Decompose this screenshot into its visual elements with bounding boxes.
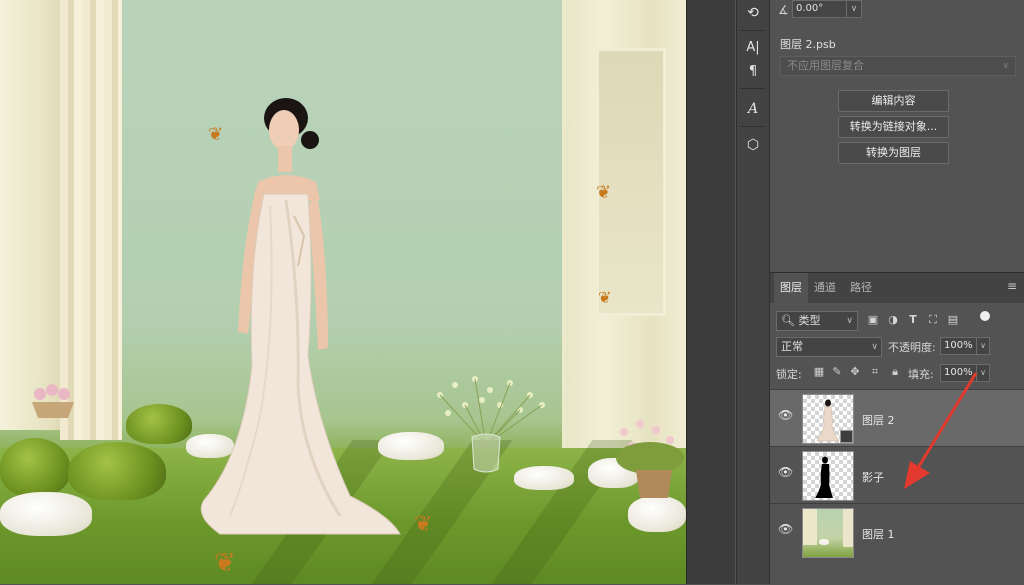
layer-thumbnail — [802, 508, 854, 558]
blend-mode-select[interactable]: 正常 ∨ — [776, 337, 882, 357]
adjustment-filter-icon[interactable]: ◑ — [886, 312, 900, 328]
opacity-label: 不透明度: — [888, 341, 936, 354]
floor-cushion — [0, 492, 92, 536]
panel-menu-icon[interactable]: ≡ — [1007, 279, 1018, 293]
layers-panel: 图层 通道 路径 ≡ 🔍︎ 类型 ∨ ▣ ◑ T ⛶ ▤ 正常 ∨ 不透明度: … — [770, 272, 1024, 585]
layer-name[interactable]: 影子 — [862, 469, 884, 485]
angle-dropdown[interactable]: ∨ — [846, 0, 862, 18]
search-icon: 🔍︎ — [781, 314, 795, 327]
moss-ball — [68, 442, 166, 500]
butterfly: ❦ — [214, 548, 236, 578]
character-icon[interactable]: A| — [741, 36, 765, 58]
butterfly: ❦ — [598, 288, 612, 307]
lock-transparent-icon[interactable]: ▦ — [812, 365, 826, 379]
chevron-down-icon: ∨ — [871, 342, 878, 352]
lock-image-icon[interactable]: ✎ — [830, 365, 844, 379]
glyphs-icon[interactable]: A — [741, 98, 765, 120]
edit-contents-button[interactable]: 编辑内容 — [838, 90, 949, 112]
paragraph-icon[interactable]: ¶ — [741, 60, 765, 82]
shape-filter-icon[interactable]: ⛶ — [926, 312, 940, 328]
tab-layers[interactable]: 图层 — [774, 273, 808, 303]
woman-in-white-gown — [200, 98, 401, 535]
divider — [741, 30, 765, 31]
divider — [741, 88, 765, 89]
angle-field[interactable]: 0.00° — [792, 0, 847, 18]
blend-mode-value: 正常 — [781, 340, 803, 353]
flower-vase — [437, 376, 545, 473]
tab-paths[interactable]: 路径 — [844, 273, 878, 303]
pink-flower-bowl — [32, 384, 74, 418]
document-canvas[interactable]: ❦ ❦ ❦ ❦ ❦ — [0, 0, 686, 584]
image-filter-icon[interactable]: ▣ — [866, 312, 880, 328]
visibility-eye-icon[interactable]: 👁︎ — [778, 408, 793, 422]
lock-artboard-icon[interactable]: ⌗ — [868, 365, 882, 379]
lock-label: 锁定: — [776, 368, 802, 381]
layer-name[interactable]: 图层 1 — [862, 526, 895, 542]
layer-row-layer-1[interactable]: 👁︎ 图层 1 — [770, 503, 1024, 560]
chevron-down-icon: ∨ — [1002, 61, 1009, 71]
visibility-eye-icon[interactable]: 👁︎ — [778, 465, 793, 479]
panel-dock-gutter — [686, 0, 735, 584]
annotation-arrow — [904, 372, 978, 489]
chevron-down-icon: ∨ — [846, 316, 853, 326]
opacity-dropdown[interactable]: ∨ — [976, 337, 990, 355]
angle-icon: ∡ — [778, 3, 789, 17]
convert-to-linked-button[interactable]: 转换为链接对象... — [838, 116, 949, 138]
curtain — [60, 0, 122, 440]
visibility-eye-icon[interactable]: 👁︎ — [778, 522, 793, 536]
filter-kind-label: 类型 — [798, 314, 821, 327]
convert-to-layers-button[interactable]: 转换为图层 — [838, 142, 949, 164]
smart-object-badge-icon — [840, 430, 853, 443]
moss-ball — [126, 404, 192, 444]
divider — [741, 126, 765, 127]
potted-flowers — [616, 420, 684, 498]
layer-filter-select[interactable]: 🔍︎ 类型 ∨ — [776, 311, 858, 331]
linked-layer-name: 图层 2.psb — [780, 38, 836, 51]
layer-thumbnail — [802, 394, 854, 444]
type-filter-icon[interactable]: T — [906, 312, 920, 328]
history-icon[interactable]: ⟲ — [741, 2, 765, 24]
layer-comp-placeholder: 不应用图层复合 — [787, 59, 864, 72]
layer-thumbnail — [802, 451, 854, 501]
layer-comp-select[interactable]: 不应用图层复合 ∨ — [780, 56, 1016, 76]
lock-position-icon[interactable]: ✥ — [848, 365, 862, 379]
collapsed-panel-strip: ⟲ A| ¶ A ⬡ — [736, 0, 770, 584]
tab-channels[interactable]: 通道 — [808, 273, 842, 303]
filter-toggle-icon[interactable] — [980, 311, 990, 321]
3d-icon[interactable]: ⬡ — [741, 134, 765, 156]
properties-panel: ∡ 0.00° ∨ 图层 2.psb 不应用图层复合 ∨ 编辑内容 转换为链接对… — [770, 0, 1024, 272]
layers-panel-tabs: 图层 通道 路径 ≡ — [770, 273, 1024, 303]
moss-ball — [0, 438, 70, 496]
smart-object-filter-icon[interactable]: ▤ — [946, 312, 960, 328]
butterfly: ❦ — [596, 182, 612, 203]
